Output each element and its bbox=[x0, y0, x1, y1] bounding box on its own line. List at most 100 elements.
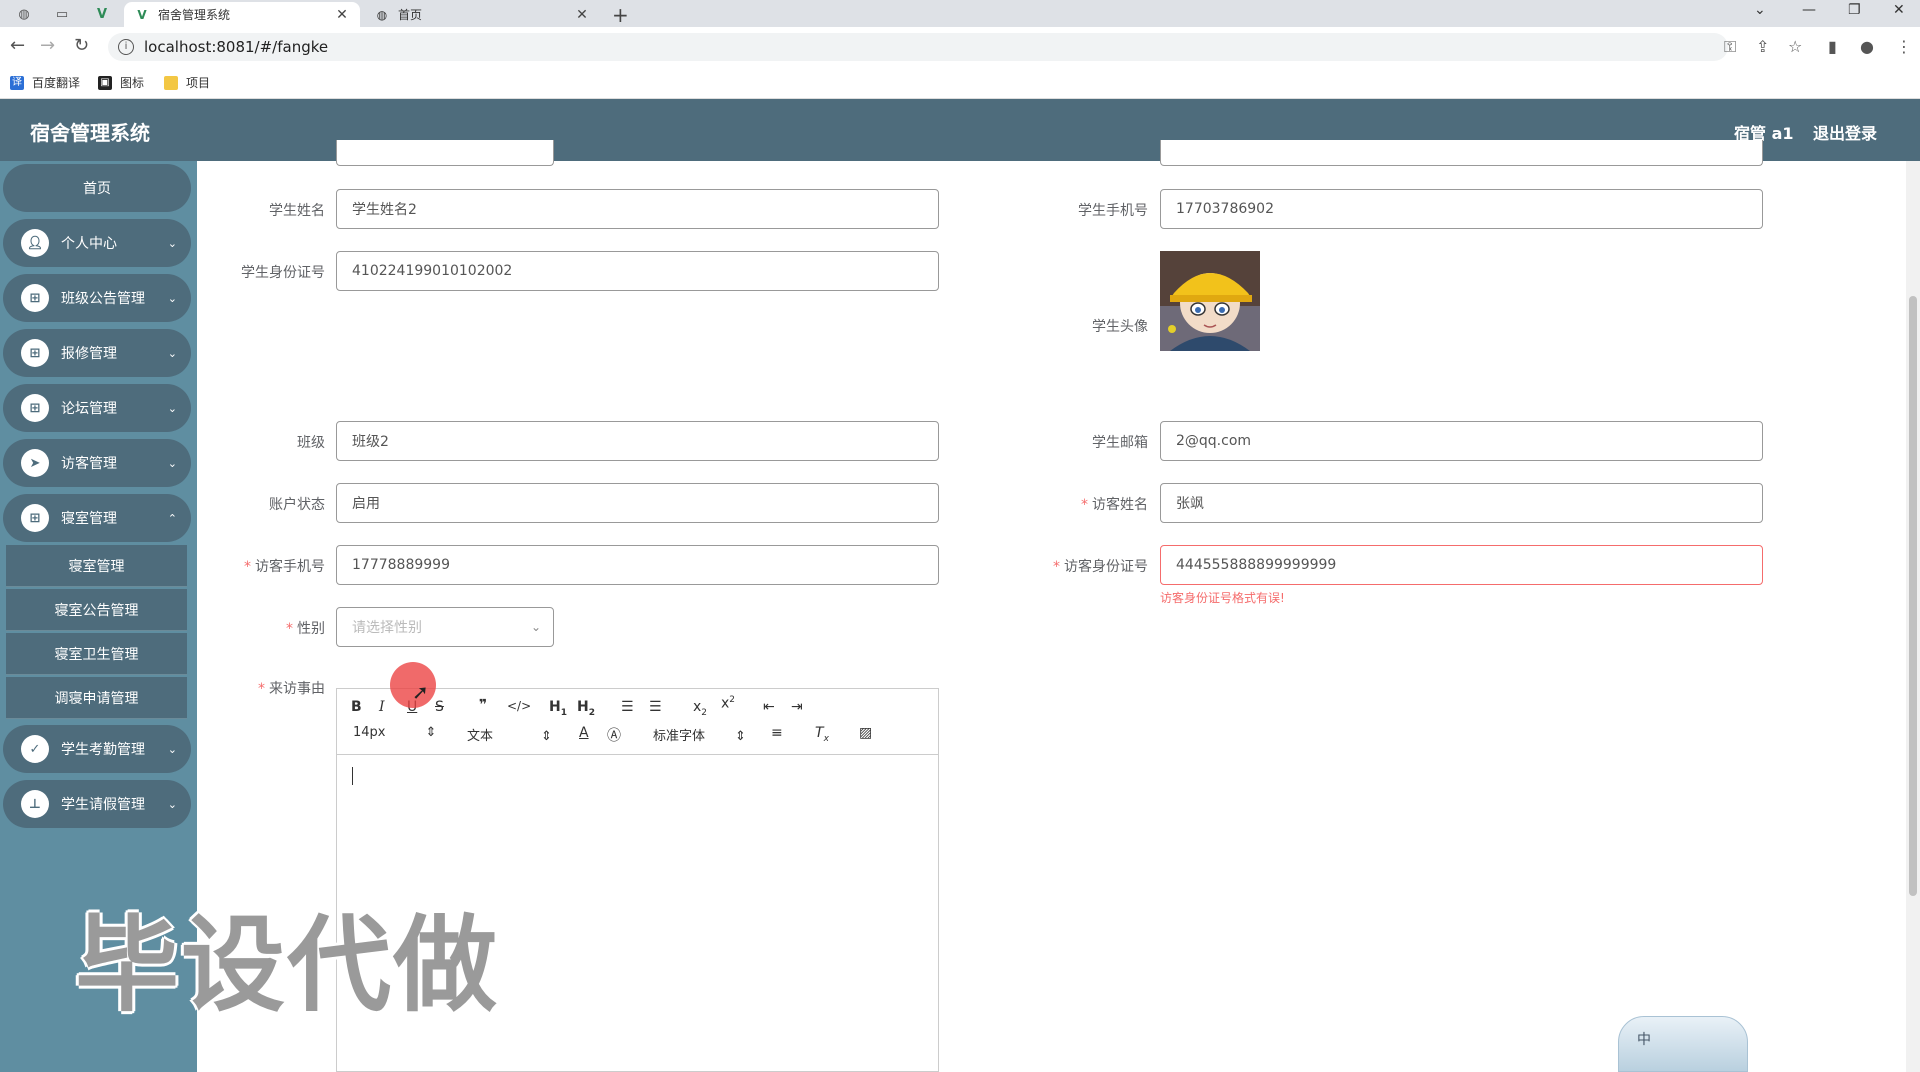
block-type-value: 文本 bbox=[467, 729, 494, 744]
minimize-icon[interactable]: — bbox=[1802, 2, 1816, 18]
visitor-phone-field[interactable]: 17778889999 bbox=[336, 545, 939, 585]
font-family-select[interactable]: 标准字体 ⇕ bbox=[653, 725, 746, 744]
submenu-item-dorm-hygiene[interactable]: 寝室卫生管理 bbox=[6, 633, 187, 675]
watermark-text: 毕设代做 bbox=[75, 904, 500, 1026]
folder-icon bbox=[164, 75, 178, 90]
share-icon[interactable]: ⇪ bbox=[1756, 37, 1769, 56]
italic-icon[interactable]: I bbox=[379, 699, 385, 715]
back-icon[interactable]: ← bbox=[10, 35, 25, 56]
h2-icon[interactable]: H2 bbox=[577, 699, 595, 718]
outdent-icon[interactable]: ⇤ bbox=[763, 699, 775, 715]
key-icon[interactable]: ⚿ bbox=[1724, 37, 1736, 57]
star-icon[interactable]: ☆ bbox=[1788, 37, 1802, 56]
partial-field-right[interactable] bbox=[1160, 140, 1763, 166]
superscript-icon[interactable]: x2 bbox=[721, 695, 735, 712]
blank-tab-icon[interactable]: ▭ bbox=[50, 4, 74, 24]
profile-icon[interactable]: ● bbox=[1860, 37, 1874, 56]
student-name-field[interactable]: 学生姓名2 bbox=[336, 189, 939, 229]
sidebar-item-dorm[interactable]: ⊞ 寝室管理 ⌃ bbox=[3, 494, 191, 542]
url-field[interactable]: i localhost:8081/#/fangke bbox=[108, 33, 1728, 61]
quote-icon[interactable]: ❞ bbox=[479, 697, 487, 713]
page-scrollbar[interactable] bbox=[1906, 161, 1920, 1072]
sidebar-item-label: 个人中心 bbox=[61, 236, 117, 252]
class-field[interactable]: 班级2 bbox=[336, 421, 939, 461]
clear-format-icon[interactable]: Tx bbox=[815, 725, 829, 744]
strike-icon[interactable]: S bbox=[435, 699, 444, 715]
mouse-pointer-icon: ➚ bbox=[412, 680, 429, 704]
code-icon[interactable]: </> bbox=[507, 699, 531, 713]
logout-button[interactable]: 退出登录 bbox=[1813, 120, 1877, 144]
bookmark-baidu-translate[interactable]: 译 百度翻译 bbox=[10, 74, 80, 91]
submenu-item-dorm-transfer[interactable]: 调寝申请管理 bbox=[6, 677, 187, 719]
grid-icon: ⊞ bbox=[21, 284, 49, 312]
bold-icon[interactable]: B bbox=[351, 699, 362, 715]
sidebar-item-home[interactable]: 首页 bbox=[3, 164, 191, 212]
sidebar-item-forum[interactable]: ⊞ 论坛管理 ⌄ bbox=[3, 384, 191, 432]
tab-search-icon[interactable]: ⌄ bbox=[1754, 2, 1766, 18]
translate-icon: 译 bbox=[10, 75, 24, 90]
scrollbar-thumb[interactable] bbox=[1909, 296, 1917, 896]
student-phone-field[interactable]: 17703786902 bbox=[1160, 189, 1763, 229]
account-status-field[interactable]: 启用 bbox=[336, 483, 939, 523]
image-icon[interactable]: ▨ bbox=[859, 725, 872, 741]
new-tab-icon[interactable]: + bbox=[612, 3, 629, 27]
submenu-item-dorm-notice[interactable]: 寝室公告管理 bbox=[6, 589, 187, 631]
bookmark-icons[interactable]: ▣ 图标 bbox=[98, 74, 144, 91]
info-icon[interactable]: i bbox=[118, 39, 134, 55]
visitor-name-field[interactable]: 张飒 bbox=[1160, 483, 1763, 523]
gender-placeholder: 请选择性别 bbox=[352, 620, 422, 636]
tab-home[interactable]: ◍ 首页 ✕ bbox=[364, 2, 600, 27]
ordered-list-icon[interactable]: ☰ bbox=[621, 699, 634, 715]
forward-icon[interactable]: → bbox=[40, 35, 55, 56]
label-student-name: 学生姓名 bbox=[269, 203, 325, 219]
bookmark-project[interactable]: 项目 bbox=[164, 74, 210, 91]
globe-icon[interactable]: ◍ bbox=[12, 4, 36, 24]
font-size-select[interactable]: 14px ⇕ bbox=[353, 725, 436, 740]
menu-icon[interactable]: ⋮ bbox=[1896, 37, 1912, 56]
visitor-id-field[interactable]: 444555888899999999 bbox=[1160, 545, 1763, 585]
ime-widget[interactable]: 中 bbox=[1618, 1016, 1748, 1072]
label-visitor-name: * 访客姓名 bbox=[1081, 497, 1148, 513]
subscript-icon[interactable]: x2 bbox=[693, 699, 707, 718]
sidebar-item-repair[interactable]: ⊞ 报修管理 ⌄ bbox=[3, 329, 191, 377]
stamp-icon: ⊥ bbox=[21, 790, 49, 818]
label-student-id: 学生身份证号 bbox=[241, 265, 325, 281]
gender-select[interactable]: 请选择性别 ⌄ bbox=[336, 607, 554, 647]
label-account-status: 账户状态 bbox=[269, 497, 325, 513]
sidebar-item-visitor[interactable]: ➤ 访客管理 ⌄ bbox=[3, 439, 191, 487]
bullet-list-icon[interactable]: ☰ bbox=[649, 699, 662, 715]
sidebar-item-class-notice[interactable]: ⊞ 班级公告管理 ⌄ bbox=[3, 274, 191, 322]
background-color-icon[interactable]: Ⓐ bbox=[607, 725, 621, 745]
close-window-icon[interactable]: ✕ bbox=[1893, 2, 1905, 18]
align-icon[interactable]: ≡ bbox=[771, 725, 783, 741]
vue-icon[interactable]: V bbox=[90, 4, 114, 24]
block-type-select[interactable]: 文本 ⇕ bbox=[467, 725, 552, 744]
close-icon[interactable]: ✕ bbox=[334, 7, 350, 23]
sidebar-item-attendance[interactable]: ✓ 学生考勤管理 ⌄ bbox=[3, 725, 191, 773]
partial-field-left[interactable] bbox=[336, 140, 554, 166]
label-gender: * 性别 bbox=[286, 621, 325, 637]
sidepanel-icon[interactable]: ▮ bbox=[1828, 37, 1837, 56]
student-id-field[interactable]: 410224199010102002 bbox=[336, 251, 939, 291]
email-field[interactable]: 2@qq.com bbox=[1160, 421, 1763, 461]
grid-icon: ⊞ bbox=[21, 339, 49, 367]
sidebar-item-label: 班级公告管理 bbox=[61, 291, 145, 307]
restore-icon[interactable]: ❐ bbox=[1848, 2, 1861, 18]
label-student-avatar: 学生头像 bbox=[1092, 319, 1148, 335]
chevron-down-icon: ⌄ bbox=[167, 401, 177, 415]
indent-icon[interactable]: ⇥ bbox=[791, 699, 803, 715]
label-reason: * 来访事由 bbox=[258, 681, 325, 697]
sidebar-item-personal-center[interactable]: 👤︎ 个人中心 ⌄ bbox=[3, 219, 191, 267]
h1-icon[interactable]: H1 bbox=[549, 699, 567, 718]
bookmark-label: 百度翻译 bbox=[32, 76, 81, 90]
close-icon[interactable]: ✕ bbox=[574, 7, 590, 23]
chevron-down-icon: ⌄ bbox=[167, 291, 177, 305]
reload-icon[interactable]: ↻ bbox=[74, 35, 89, 56]
submenu-item-dorm[interactable]: 寝室管理 bbox=[6, 545, 187, 587]
font-color-icon[interactable]: A bbox=[579, 725, 589, 741]
bookmarks-bar: 译 百度翻译 ▣ 图标 项目 bbox=[0, 67, 1920, 99]
ime-mode: 中 bbox=[1637, 1032, 1651, 1048]
sidebar-item-label: 访客管理 bbox=[61, 456, 117, 472]
sidebar-item-leave[interactable]: ⊥ 学生请假管理 ⌄ bbox=[3, 780, 191, 828]
tab-dormitory[interactable]: V 宿舍管理系统 ✕ bbox=[124, 2, 360, 27]
